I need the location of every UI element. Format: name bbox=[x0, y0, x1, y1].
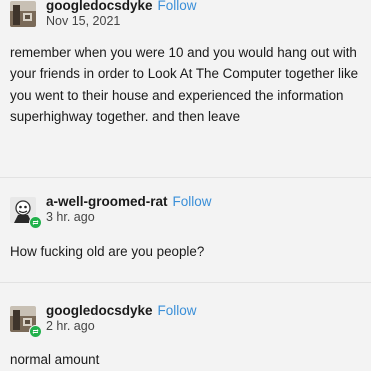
username[interactable]: googledocsdyke bbox=[46, 303, 153, 318]
divider bbox=[0, 282, 371, 283]
reblog-badge-icon bbox=[29, 325, 42, 338]
post-meta: googledocsdyke Follow 2 hr. ago bbox=[46, 303, 197, 334]
follow-button[interactable]: Follow bbox=[173, 194, 212, 209]
post-body: normal amount bbox=[10, 352, 100, 367]
post-body: How fucking old are you people? bbox=[10, 244, 205, 259]
reblog-badge-icon bbox=[29, 216, 42, 229]
post-meta: a-well-groomed-rat Follow 3 hr. ago bbox=[46, 194, 212, 225]
post-date[interactable]: 2 hr. ago bbox=[46, 319, 197, 334]
blog-avatar-icon bbox=[10, 1, 36, 27]
post-date[interactable]: Nov 15, 2021 bbox=[46, 14, 197, 29]
post-body: remember when you were 10 and you would … bbox=[10, 45, 359, 125]
post-meta: googledocsdyke Follow Nov 15, 2021 bbox=[46, 0, 197, 29]
post-date[interactable]: 3 hr. ago bbox=[46, 210, 212, 225]
username[interactable]: a-well-groomed-rat bbox=[46, 194, 168, 209]
divider bbox=[0, 177, 371, 178]
avatar[interactable] bbox=[10, 1, 36, 27]
follow-button[interactable]: Follow bbox=[158, 303, 197, 318]
follow-button[interactable]: Follow bbox=[158, 0, 197, 13]
username[interactable]: googledocsdyke bbox=[46, 0, 153, 13]
